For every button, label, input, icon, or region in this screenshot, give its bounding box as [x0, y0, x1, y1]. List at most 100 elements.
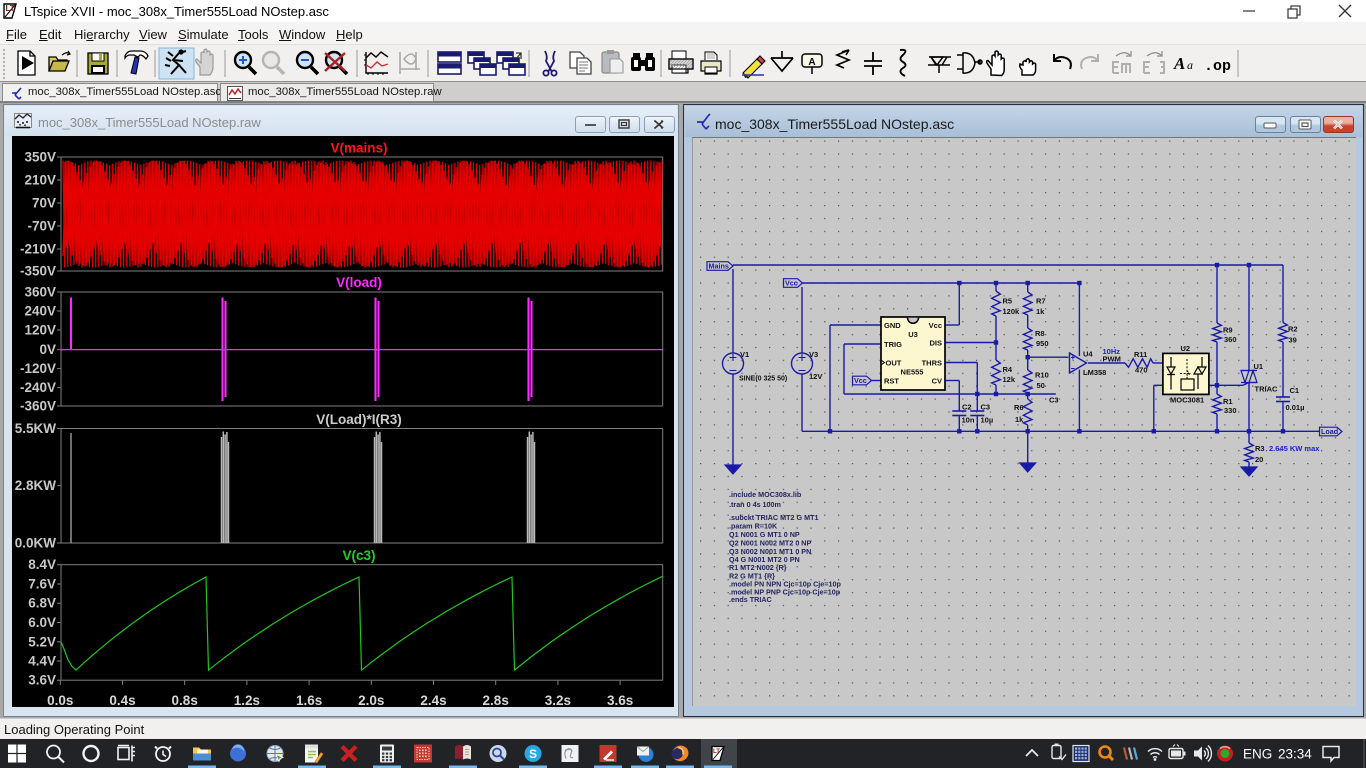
svg-text:2.8KW: 2.8KW [15, 478, 57, 493]
svg-text:NE555: NE555 [901, 368, 924, 377]
svg-text:C1: C1 [1290, 386, 1300, 395]
svg-text:ENG: ENG [1243, 747, 1272, 762]
svg-text:1k: 1k [1015, 415, 1024, 424]
svg-text:C3: C3 [1049, 396, 1059, 405]
svg-text:10n: 10n [962, 416, 975, 425]
svg-text:R8: R8 [1035, 329, 1045, 338]
svg-text:-350V: -350V [20, 264, 56, 279]
svg-text:3.6s: 3.6s [607, 693, 633, 707]
svg-text:2.645 KW max: 2.645 KW max [1269, 444, 1320, 453]
svg-text:2.0s: 2.0s [358, 693, 384, 707]
svg-text:R2: R2 [1288, 325, 1298, 334]
svg-text:2.8s: 2.8s [483, 693, 509, 707]
svg-text:R4: R4 [1003, 365, 1013, 374]
svg-text:950: 950 [1036, 339, 1049, 348]
svg-text:V(mains): V(mains) [330, 141, 387, 156]
svg-text:Load: Load [1321, 427, 1338, 436]
svg-text:RST: RST [884, 377, 899, 386]
svg-text:0.8s: 0.8s [172, 693, 198, 707]
svg-text:R9: R9 [1223, 326, 1233, 335]
svg-text:1.2s: 1.2s [234, 693, 260, 707]
svg-text:U2: U2 [1181, 344, 1191, 353]
svg-text:.ends TRIAC: .ends TRIAC [729, 595, 772, 604]
svg-text:.tran 0 4s 100m: .tran 0 4s 100m [729, 500, 781, 509]
svg-text:240V: 240V [24, 304, 56, 319]
svg-text:350V: 350V [24, 150, 56, 165]
svg-text:0.0s: 0.0s [47, 693, 73, 707]
svg-text:R7: R7 [1036, 297, 1046, 306]
svg-text:23:34: 23:34 [1278, 747, 1312, 762]
svg-text:-70V: -70V [27, 219, 56, 234]
svg-text:U3: U3 [908, 330, 918, 339]
svg-text:TRIG: TRIG [884, 340, 902, 349]
svg-text:0.01µ: 0.01µ [1286, 403, 1305, 412]
svg-text:A: A [1173, 54, 1185, 73]
svg-text:R3: R3 [1255, 444, 1265, 453]
svg-text:1k: 1k [1036, 307, 1045, 316]
svg-text:R11: R11 [1134, 350, 1147, 359]
svg-text:360V: 360V [24, 285, 56, 300]
svg-text:-210V: -210V [20, 242, 56, 257]
svg-text:2.4s: 2.4s [420, 693, 446, 707]
svg-text:3.2s: 3.2s [545, 693, 571, 707]
svg-text:S: S [529, 747, 537, 761]
svg-text:A: A [808, 57, 815, 68]
svg-text:R10: R10 [1035, 371, 1049, 380]
svg-text:Vcc: Vcc [854, 376, 867, 385]
svg-text:-360V: -360V [20, 399, 56, 414]
svg-text:V1: V1 [740, 350, 749, 359]
svg-text:6.0V: 6.0V [28, 615, 56, 630]
svg-text:20: 20 [1255, 455, 1263, 464]
svg-text:MOC3081: MOC3081 [1170, 396, 1204, 405]
svg-text:V(c3): V(c3) [342, 548, 375, 563]
svg-text:OUT: OUT [886, 359, 902, 368]
svg-text:5.5KW: 5.5KW [15, 421, 57, 436]
svg-text:-120V: -120V [20, 361, 56, 376]
svg-text:C3: C3 [981, 402, 991, 411]
svg-text:THRS: THRS [922, 359, 942, 368]
svg-text:R1: R1 [1223, 397, 1233, 406]
svg-text:39: 39 [1289, 336, 1297, 345]
svg-text:U4: U4 [1083, 349, 1093, 358]
svg-text:.op: .op [1204, 58, 1231, 75]
svg-text:70V: 70V [32, 196, 56, 211]
svg-text:Mains: Mains [709, 262, 729, 271]
svg-text:10µ: 10µ [981, 416, 994, 425]
svg-text:V(Load)*I(R3): V(Load)*I(R3) [316, 412, 402, 427]
svg-text:SINE(0 325 50): SINE(0 325 50) [739, 376, 787, 383]
svg-text:GND: GND [884, 321, 901, 330]
svg-text:U1: U1 [1254, 362, 1264, 371]
svg-text:0V: 0V [39, 342, 56, 357]
svg-text:LT: LT [713, 749, 720, 755]
svg-text:5.2V: 5.2V [28, 634, 56, 649]
svg-text:LM358: LM358 [1083, 368, 1106, 377]
svg-text:V(load): V(load) [336, 275, 382, 290]
svg-text:0.4s: 0.4s [109, 693, 135, 707]
svg-text:a: a [1187, 58, 1193, 72]
svg-text:120k: 120k [1003, 307, 1021, 316]
svg-text:0.0KW: 0.0KW [15, 536, 57, 551]
svg-text:DIS: DIS [929, 339, 942, 348]
svg-text:Vcc: Vcc [785, 279, 798, 288]
svg-text:Vcc: Vcc [929, 321, 942, 330]
svg-text:R6: R6 [1014, 403, 1024, 412]
svg-text:-240V: -240V [20, 380, 56, 395]
svg-text:R5: R5 [1003, 297, 1013, 306]
svg-text:CV: CV [932, 377, 942, 386]
svg-text:330: 330 [1224, 406, 1237, 415]
svg-text:6.8V: 6.8V [28, 596, 56, 611]
svg-text:3.6V: 3.6V [28, 673, 56, 688]
svg-text:7.6V: 7.6V [28, 577, 56, 592]
svg-text:1.6s: 1.6s [296, 693, 322, 707]
svg-text:V3: V3 [809, 350, 818, 359]
svg-text:.include MOC308x.lib: .include MOC308x.lib [729, 490, 802, 499]
svg-text:210V: 210V [24, 173, 56, 188]
svg-text:12V: 12V [809, 372, 822, 381]
svg-text:8.4V: 8.4V [28, 557, 56, 572]
svg-text:10Hz: 10Hz [1103, 347, 1121, 356]
svg-text:360: 360 [1224, 335, 1237, 344]
svg-text:470: 470 [1135, 366, 1148, 375]
svg-text:4.4V: 4.4V [28, 654, 56, 669]
svg-text:12k: 12k [1003, 375, 1016, 384]
svg-text:TRIAC: TRIAC [1255, 385, 1278, 394]
